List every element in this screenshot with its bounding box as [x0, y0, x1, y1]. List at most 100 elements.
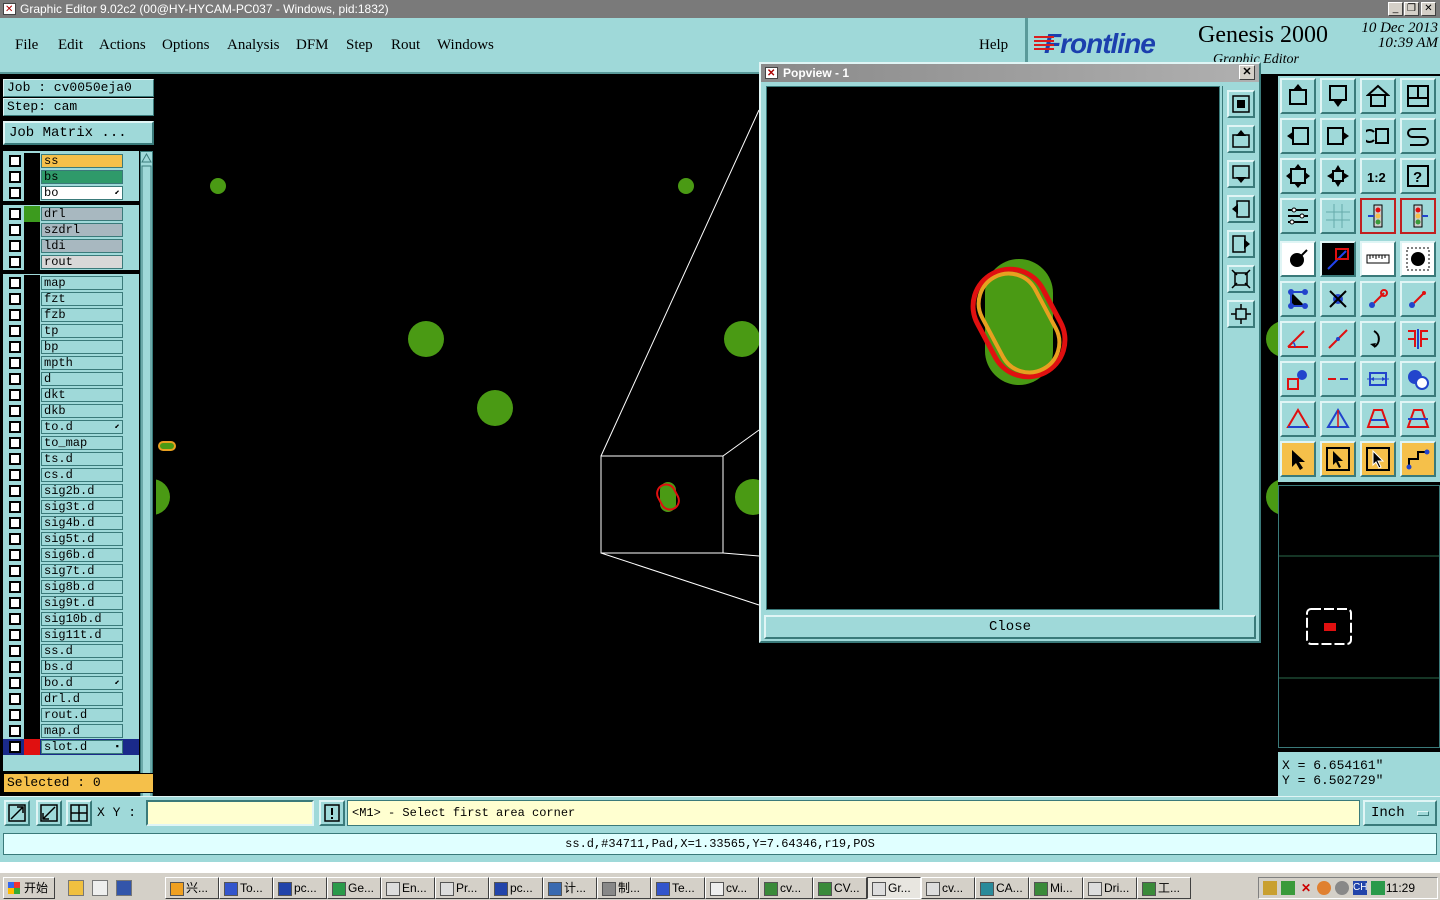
taskbar-button[interactable]: pc... [273, 877, 327, 899]
layer-name[interactable]: bo ⬋ [41, 186, 123, 200]
layer-list-scrollbar[interactable] [140, 151, 153, 843]
layer-name[interactable]: drl.d [41, 692, 123, 706]
popview-pan-right-button[interactable] [1227, 230, 1255, 258]
angle-icon[interactable] [1280, 321, 1316, 357]
layer-row[interactable]: slot.d ▪ [3, 739, 139, 755]
menu-options[interactable]: Options [162, 37, 210, 54]
layer-row[interactable]: ss.d [3, 643, 139, 659]
layer-name[interactable]: mpth [41, 356, 123, 370]
menu-help[interactable]: Help [979, 37, 1008, 54]
layer-color-swatch[interactable] [24, 185, 40, 201]
ruler-icon[interactable] [1360, 241, 1396, 277]
layer-checkbox[interactable] [9, 469, 21, 481]
layer-name[interactable]: sig7t.d [41, 564, 123, 578]
layer-name[interactable]: ts.d [41, 452, 123, 466]
layer-checkbox[interactable] [9, 309, 21, 321]
layer-checkbox[interactable] [9, 171, 21, 183]
redraw-icon[interactable] [1400, 118, 1436, 154]
layer-color-swatch[interactable] [24, 707, 40, 723]
layer-row[interactable]: ss [3, 153, 139, 169]
layer-row[interactable]: fzb [3, 307, 139, 323]
popview-zoom-in-button[interactable] [1227, 90, 1255, 118]
layer-name[interactable]: sig10b.d [41, 612, 123, 626]
delete-node-icon[interactable] [1320, 281, 1356, 317]
layer-checkbox[interactable] [9, 549, 21, 561]
zoom-1to2-icon[interactable]: 1:2 [1360, 158, 1396, 194]
layer-checkbox[interactable] [9, 373, 21, 385]
taskbar-button[interactable]: cv... [705, 877, 759, 899]
layer-name[interactable]: bs [41, 170, 123, 184]
layer-color-swatch[interactable] [24, 579, 40, 595]
layer-name[interactable]: sig8b.d [41, 580, 123, 594]
layer-row[interactable]: sig7t.d [3, 563, 139, 579]
layer-color-swatch[interactable] [24, 739, 40, 755]
layer-row[interactable]: ts.d [3, 451, 139, 467]
layer-color-swatch[interactable] [24, 691, 40, 707]
layer-row[interactable]: drl [3, 206, 139, 222]
layer-row[interactable]: ldi [3, 238, 139, 254]
layer-name[interactable]: sig3t.d [41, 500, 123, 514]
taskbar-button[interactable]: 计... [543, 877, 597, 899]
tray-gear-icon[interactable] [1335, 881, 1349, 895]
arc-icon[interactable] [1360, 321, 1396, 357]
popview-fit-button[interactable] [1227, 300, 1255, 328]
layer-color-swatch[interactable] [24, 595, 40, 611]
layer-checkbox[interactable] [9, 341, 21, 353]
layer-row[interactable]: cs.d [3, 467, 139, 483]
layer-name[interactable]: sig4b.d [41, 516, 123, 530]
snap-icon[interactable] [4, 800, 30, 826]
layer-color-swatch[interactable] [24, 169, 40, 185]
zoom-home-icon[interactable] [1280, 78, 1316, 114]
taskbar-button[interactable]: CV... [813, 877, 867, 899]
layer-color-swatch[interactable] [24, 451, 40, 467]
layer-row[interactable]: map.d [3, 723, 139, 739]
traffic-light-alt-icon[interactable] [1400, 198, 1436, 234]
popview-close-icon[interactable]: ✕ [1239, 65, 1255, 80]
layer-checkbox[interactable] [9, 405, 21, 417]
layer-name[interactable]: fzb [41, 308, 123, 322]
layer-row[interactable]: bp [3, 339, 139, 355]
layer-row[interactable]: sig4b.d [3, 515, 139, 531]
layer-color-swatch[interactable] [24, 659, 40, 675]
layer-checkbox[interactable] [9, 208, 21, 220]
alert-icon[interactable] [319, 800, 345, 826]
layer-checkbox[interactable] [9, 661, 21, 673]
tray-language-icon[interactable]: CH [1353, 881, 1367, 895]
taskbar-button[interactable]: 工... [1137, 877, 1191, 899]
taskbar-button[interactable]: Gr... [867, 877, 921, 899]
home-icon[interactable] [1360, 78, 1396, 114]
layer-row[interactable]: d [3, 371, 139, 387]
layer-checkbox[interactable] [9, 224, 21, 236]
measure-icon[interactable] [1360, 361, 1396, 397]
layer-row[interactable]: fzt [3, 291, 139, 307]
popview-pan-down-button[interactable] [1227, 160, 1255, 188]
layer-row[interactable]: bs [3, 169, 139, 185]
layer-name[interactable]: bo.d ⬋ [41, 676, 123, 690]
minimize-button[interactable]: _ [1388, 2, 1403, 16]
taskbar-button[interactable]: To... [219, 877, 273, 899]
pan-down-icon[interactable] [1320, 78, 1356, 114]
layer-color-swatch[interactable] [24, 275, 40, 291]
layer-name[interactable]: drl [41, 207, 123, 221]
layer-checkbox[interactable] [9, 533, 21, 545]
layer-color-swatch[interactable] [24, 254, 40, 270]
maximize-button[interactable]: ❐ [1404, 2, 1419, 16]
triangle-icon[interactable] [1280, 401, 1316, 437]
menu-analysis[interactable]: Analysis [227, 37, 280, 54]
layer-checkbox[interactable] [9, 693, 21, 705]
window-title-bar[interactable]: Graphic Editor 9.02c2 (00@HY-HYCAM-PC037… [0, 0, 1440, 19]
window-split-icon[interactable] [1400, 78, 1436, 114]
layer-name[interactable]: to_map [41, 436, 123, 450]
diagonal-line-icon[interactable] [1320, 321, 1356, 357]
layer-row[interactable]: map [3, 275, 139, 291]
layer-name[interactable]: ss.d [41, 644, 123, 658]
layer-checkbox[interactable] [9, 597, 21, 609]
layer-checkbox[interactable] [9, 453, 21, 465]
layer-row[interactable]: drl.d [3, 691, 139, 707]
menu-actions[interactable]: Actions [99, 37, 146, 54]
layer-row[interactable]: sig3t.d [3, 499, 139, 515]
layer-row[interactable]: szdrl [3, 222, 139, 238]
layer-row[interactable]: bo ⬋ [3, 185, 139, 201]
taskbar-button[interactable]: cv... [759, 877, 813, 899]
close-window-button[interactable]: ✕ [1421, 2, 1436, 16]
